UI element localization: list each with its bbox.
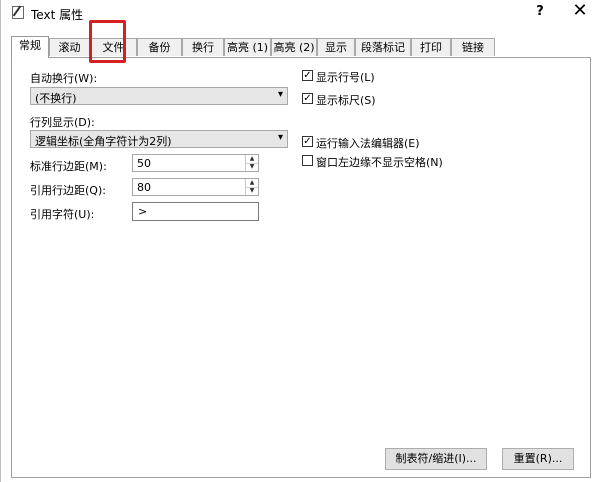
highlight-box [89,20,126,63]
quote-margin-spinner[interactable]: 80 ▲ ▼ [132,178,259,196]
show-ruler-label: 显示标尺(S) [316,94,376,107]
line-col-label: 行列显示(D): [30,116,95,129]
std-margin-spinner[interactable]: 50 ▲ ▼ [132,154,259,172]
line-col-value: 逻辑坐标(全角字符计为2列) [35,135,172,148]
tab-indent-button[interactable]: 制表符/缩进(I)... [385,448,487,470]
document-pencil-icon [12,6,24,19]
general-panel: 自动换行(W): (不换行) ▾ 行列显示(D): 逻辑坐标(全角字符计为2列)… [11,57,591,478]
auto-wrap-label: 自动换行(W): [30,72,98,85]
show-line-numbers-checkbox[interactable]: ✓ [302,70,313,81]
no-left-space-label: 窗口左边缘不显示空格(N) [316,156,443,169]
quote-char-input[interactable]: > [132,202,259,221]
run-ime-label: 运行输入法编辑器(E) [316,137,420,150]
std-margin-value: 50 [137,157,151,170]
tab-highlight-1[interactable]: 高亮 (1) [224,38,271,56]
no-left-space-checkbox[interactable] [302,155,313,166]
tab-link[interactable]: 链接 [451,38,495,56]
tab-backup[interactable]: 备份 [137,38,182,56]
tab-paragraph-marks[interactable]: 段落标记 [355,38,411,56]
show-line-numbers-label: 显示行号(L) [316,71,375,84]
run-ime-checkbox[interactable]: ✓ [302,136,313,147]
help-button[interactable]: ? [532,4,548,20]
auto-wrap-value: (不换行) [35,92,77,105]
tab-scroll[interactable]: 滚动 [49,38,90,56]
quote-char-value: > [138,205,148,218]
window-title: Text 属性 [31,8,84,22]
quote-margin-value: 80 [137,181,151,194]
tab-print[interactable]: 打印 [411,38,451,56]
tab-wrap[interactable]: 换行 [182,38,224,56]
spinner-buttons: ▲ ▼ [245,155,258,171]
spin-down-icon[interactable]: ▼ [246,163,258,171]
show-ruler-checkbox[interactable]: ✓ [302,93,313,104]
properties-window: Text 属性 ? ✕ 常规 滚动 文件 备份 换行 高亮 (1) 高亮 (2)… [0,0,600,482]
quote-char-label: 引用字符(U): [30,208,95,221]
spin-down-icon[interactable]: ▼ [246,187,258,195]
std-margin-label: 标准行边距(M): [30,160,107,173]
quote-margin-label: 引用行边距(Q): [30,184,106,197]
line-col-select[interactable]: 逻辑坐标(全角字符计为2列) ▾ [30,130,288,148]
close-button[interactable]: ✕ [572,2,588,20]
tab-highlight-2[interactable]: 高亮 (2) [271,38,317,56]
tab-display[interactable]: 显示 [317,38,355,56]
chevron-down-icon: ▾ [277,89,283,100]
spinner-buttons: ▲ ▼ [245,179,258,195]
tab-general[interactable]: 常规 [11,36,49,58]
reset-button[interactable]: 重置(R)... [502,448,574,470]
auto-wrap-select[interactable]: (不换行) ▾ [30,87,288,105]
chevron-down-icon: ▾ [277,132,283,143]
